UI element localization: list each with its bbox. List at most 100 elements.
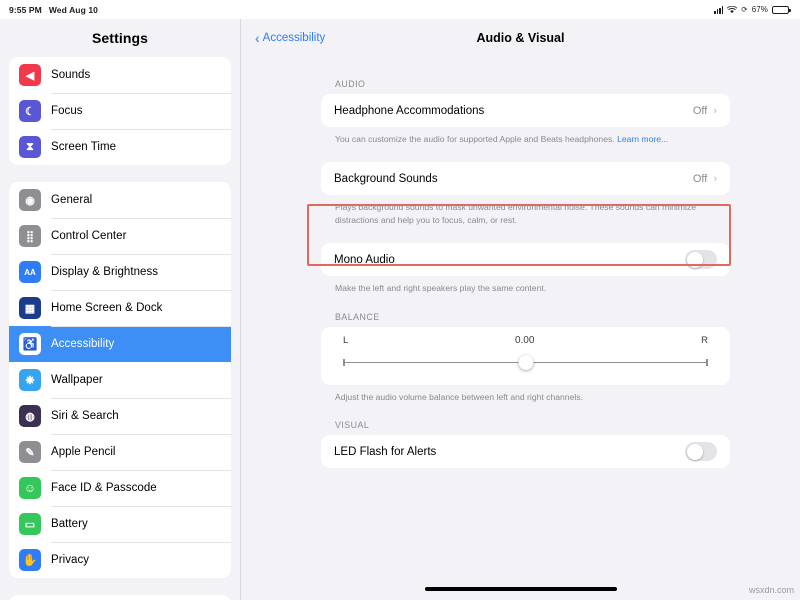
mono-audio-label: Mono Audio [334,254,395,266]
balance-labels: L 0.00 R [343,335,708,346]
chevron-left-icon: ‹ [255,31,260,45]
slider-tick-right [706,359,708,366]
sidebar-item-privacy[interactable]: ✋ Privacy [9,542,231,578]
background-sounds-label: Background Sounds [334,173,438,185]
detail-pane: ‹ Accessibility Audio & Visual AUDIO Hea… [241,19,800,600]
led-flash-card: LED Flash for Alerts [321,435,730,468]
mono-audio-row[interactable]: Mono Audio [321,243,730,276]
sidebar-item-label: Sounds [51,69,90,81]
sidebar-group: ⒶApp Store▤Wallet & Apple Pay [9,595,231,600]
sidebar-item-apple-pencil[interactable]: ✎ Apple Pencil [9,434,231,470]
battery-percent-label: 67% [752,5,768,14]
privacy-hand-icon: ✋ [19,549,41,571]
background-sounds-value-group: Off › [693,173,717,185]
status-date: Wed Aug 10 [49,5,98,15]
section-header-balance: BALANCE [321,312,730,327]
sidebar-item-wallpaper[interactable]: ❋Wallpaper [9,362,231,398]
headphone-accommodations-value-group: Off › [693,105,717,117]
settings-content: AUDIO Headphone Accommodations Off › You… [241,57,800,600]
background-sounds-row[interactable]: Background Sounds Off › [321,162,730,195]
status-bar-right: ⟳ 67% [714,5,789,14]
sidebar-item-screen-time[interactable]: ⧗ Screen Time [9,129,231,165]
learn-more-link[interactable]: Learn more... [617,134,668,144]
headphone-accommodations-label: Headphone Accommodations [334,105,484,117]
balance-slider[interactable] [343,355,708,371]
siri-search-icon: ◍ [19,405,41,427]
control-center-icon: ⣿ [19,225,41,247]
mono-audio-footnote: Make the left and right speakers play th… [321,276,730,294]
screen-time-hourglass-icon: ⧗ [19,136,41,158]
navigation-bar: ‹ Accessibility Audio & Visual [241,19,800,57]
led-flash-row[interactable]: LED Flash for Alerts [321,435,730,468]
sidebar-item-battery[interactable]: ▭ Battery [9,506,231,542]
sidebar-item-label: Accessibility [51,338,114,350]
section-header-audio: AUDIO [321,79,730,94]
sidebar-group: ◉ General ⣿ Control Center AA Display & Brigh… [9,182,231,578]
wifi-icon [727,6,737,14]
sidebar-item-label: Control Center [51,230,126,242]
sidebar-item-display-brightness[interactable]: AA Display & Brightness [9,254,231,290]
headphone-accommodations-footnote: You can customize the audio for supporte… [321,127,730,145]
sidebar-item-label: Focus [51,105,83,117]
sidebar-item-label: Display & Brightness [51,266,158,278]
section-header-visual: VISUAL [321,420,730,435]
balance-right-label: R [701,335,708,346]
orientation-lock-icon: ⟳ [741,5,747,14]
headphone-accommodations-card: Headphone Accommodations Off › [321,94,730,127]
sidebar-item-accessibility[interactable]: ♿ Accessibility [9,326,231,362]
sidebar-title: Settings [0,19,240,57]
chevron-right-icon: › [713,173,717,185]
home-indicator[interactable] [425,587,617,591]
focus-moon-icon: ☾ [19,100,41,122]
sidebar-item-general[interactable]: ◉ General [9,182,231,218]
sidebar-item-label: General [51,194,92,206]
mono-audio-toggle[interactable] [685,250,717,269]
settings-sidebar: Settings ◀ Sounds ☾ Focus ⧗ Screen Time ◉ Gener… [0,19,241,600]
battery-settings-icon: ▭ [19,513,41,535]
spacer [321,145,730,162]
sidebar-list[interactable]: ◀ Sounds ☾ Focus ⧗ Screen Time ◉ General ⣿ Contro… [0,57,240,600]
sounds-icon: ◀ [19,64,41,86]
footnote-text: You can customize the audio for supporte… [335,134,617,144]
balance-value: 0.00 [515,335,534,346]
background-sounds-footnote: Plays background sounds to mask unwanted… [321,195,730,226]
sidebar-item-label: Face ID & Passcode [51,482,157,494]
headphone-accommodations-row[interactable]: Headphone Accommodations Off › [321,94,730,127]
sidebar-item-app-store[interactable]: ⒶApp Store [9,595,231,600]
battery-icon [772,6,789,14]
status-bar-left: 9:55 PM Wed Aug 10 [9,5,98,15]
led-flash-label: LED Flash for Alerts [334,446,436,458]
sidebar-item-control-center[interactable]: ⣿ Control Center [9,218,231,254]
face-id-icon: ☺ [19,477,41,499]
accessibility-icon: ♿ [19,333,41,355]
background-sounds-value: Off [693,173,707,185]
sidebar-item-siri-search[interactable]: ◍Siri & Search [9,398,231,434]
back-button[interactable]: ‹ Accessibility [255,32,325,45]
status-time: 9:55 PM [9,5,42,15]
chevron-right-icon: › [713,105,717,117]
slider-thumb[interactable] [518,355,533,370]
spacer [321,403,730,420]
display-brightness-icon: AA [19,261,41,283]
sidebar-item-label: Apple Pencil [51,446,116,458]
sidebar-item-focus[interactable]: ☾ Focus [9,93,231,129]
spacer [321,226,730,243]
sidebar-item-label: Home Screen & Dock [51,302,162,314]
headphone-accommodations-value: Off [693,105,707,117]
watermark: wsxdn.com [749,585,794,595]
general-gear-icon: ◉ [19,189,41,211]
sidebar-item-home-screen-dock[interactable]: ▦Home Screen & Dock [9,290,231,326]
toggle-knob [687,252,703,268]
balance-footnote: Adjust the audio volume balance between … [321,385,730,403]
sidebar-item-label: Privacy [51,554,89,566]
sidebar-item-sounds[interactable]: ◀ Sounds [9,57,231,93]
sidebar-item-label: Screen Time [51,141,116,153]
sidebar-item-face-id-passcode[interactable]: ☺ Face ID & Passcode [9,470,231,506]
split-view: Settings ◀ Sounds ☾ Focus ⧗ Screen Time ◉ Gener… [0,19,800,600]
sidebar-group: ◀ Sounds ☾ Focus ⧗ Screen Time [9,57,231,165]
sidebar-item-label: Battery [51,518,88,530]
led-flash-toggle[interactable] [685,442,717,461]
slider-tick-left [343,359,345,366]
back-button-label: Accessibility [263,32,326,44]
apple-pencil-icon: ✎ [19,441,41,463]
